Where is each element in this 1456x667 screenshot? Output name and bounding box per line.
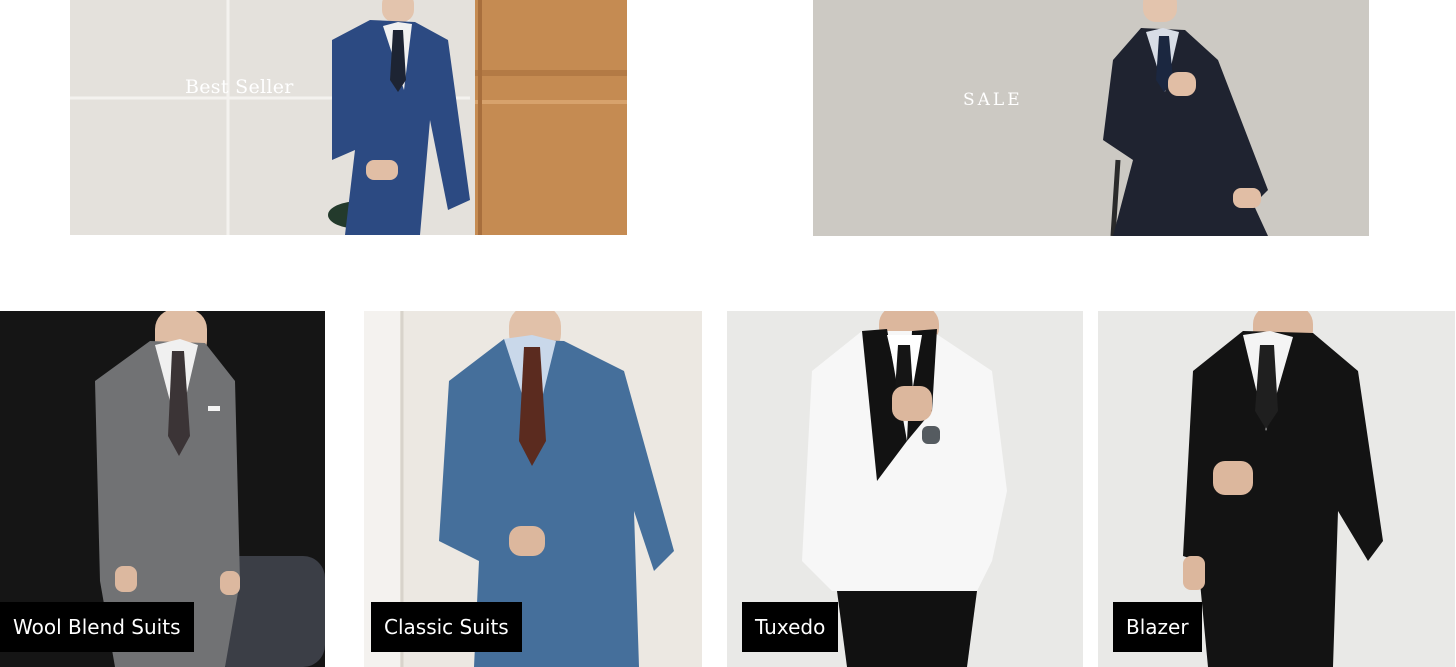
category-tile-tuxedo[interactable]: Tuxedo — [727, 311, 1083, 667]
category-label: Blazer — [1113, 602, 1202, 652]
best-seller-banner-image — [70, 0, 627, 235]
category-tile-classic-suits[interactable]: Classic Suits — [364, 311, 702, 667]
best-seller-banner[interactable]: Best Seller — [70, 0, 627, 235]
category-tile-wool-blend-suits[interactable]: Wool Blend Suits — [0, 311, 325, 667]
category-label: Tuxedo — [742, 602, 839, 652]
sale-banner-image — [813, 0, 1369, 236]
sale-label: SALE — [963, 90, 1023, 110]
category-label: Classic Suits — [371, 602, 522, 652]
sale-banner[interactable]: SALE — [813, 0, 1369, 236]
category-tile-blazer[interactable]: Blazer — [1098, 311, 1455, 667]
category-label: Wool Blend Suits — [0, 602, 194, 652]
best-seller-label: Best Seller — [185, 76, 294, 98]
